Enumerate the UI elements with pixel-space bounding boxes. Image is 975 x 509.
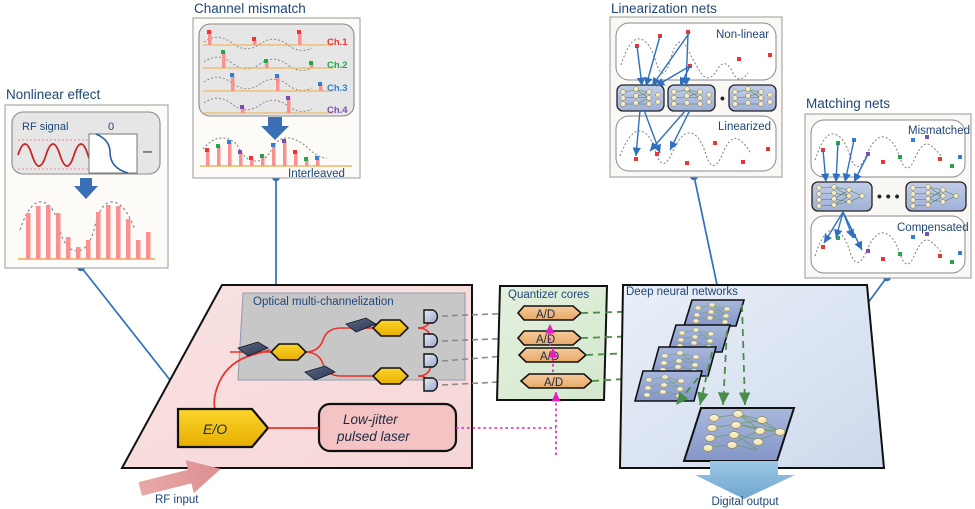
net-block <box>728 84 777 112</box>
digital-output-label: Digital output <box>711 496 779 508</box>
dnn-tile <box>633 370 704 402</box>
adc-label: A/D <box>536 334 555 346</box>
matching-nets-panel: Mismatched • • • Compensated <box>804 113 972 279</box>
channel-label-2: Ch.2 <box>327 60 348 71</box>
zero-label: 0 <box>108 121 114 133</box>
rf-signal-label: RF signal <box>22 121 68 133</box>
adc-label: A/D <box>544 377 563 389</box>
channel-label-4: Ch.4 <box>327 105 348 116</box>
quantizer-plane-label: Quantizer cores <box>508 289 589 301</box>
figure-root: Nonlinear effect Channel mismatch Linear… <box>0 0 975 509</box>
compensated-label: Compensated <box>897 222 969 234</box>
adc-block: A/D <box>516 305 583 321</box>
diagram-canvas: RF signal 0 – Ch.1 Ch.2 Ch.3 Ch.4 Interl… <box>4 16 972 508</box>
photodetector <box>423 353 439 368</box>
linearized-label: Linearized <box>718 121 771 133</box>
linearization-nets-panel: Non-linear • Linearized <box>609 16 783 178</box>
eo-modulator: E/O <box>176 407 270 449</box>
photodetector <box>423 333 439 348</box>
photonic-plane: Optical multi-channelization E/O Low-jit… <box>120 284 473 506</box>
net-block <box>667 84 716 112</box>
minus-symbol: – <box>143 143 152 160</box>
mismatched-label: Mismatched <box>908 125 970 137</box>
net-block <box>811 181 873 212</box>
ellipsis-label: • • • <box>877 188 900 204</box>
dnn-tile <box>682 299 746 327</box>
rf-input-label: RF input <box>155 494 199 506</box>
channel-label-3: Ch.3 <box>327 83 348 94</box>
photodetector <box>423 377 439 392</box>
adc-block: A/D <box>519 373 594 389</box>
optical-plane-label: Optical multi-channelization <box>253 296 394 308</box>
nonlinear-label: Non-linear <box>716 29 769 41</box>
dnn-plane-label: Deep neural networks <box>626 286 738 298</box>
quantizer-plane: Quantizer cores A/D A/D A/D A/D <box>456 285 609 455</box>
pulsed-laser-box: Low-jitter pulsed laser <box>317 402 458 453</box>
nonlinear-effect-panel: RF signal 0 – <box>4 104 169 269</box>
dnn-output-tile <box>682 407 796 462</box>
photodetector <box>423 309 439 324</box>
net-block <box>616 84 665 112</box>
adc-label: A/D <box>540 351 559 363</box>
channel-label-1: Ch.1 <box>327 37 348 48</box>
laser-label-line1: Low-jitter <box>343 412 398 427</box>
eo-label: E/O <box>203 421 227 437</box>
dnn-plane: Deep neural networks <box>618 284 886 499</box>
channel-mismatch-panel: Ch.1 Ch.2 Ch.3 Ch.4 Interleaved <box>192 17 361 180</box>
laser-label-line2: pulsed laser <box>336 429 410 444</box>
linearization-net-blocks: • • • <box>616 84 777 112</box>
interleaved-label: Interleaved <box>288 168 345 180</box>
adc-label: A/D <box>536 309 555 321</box>
net-block <box>905 181 967 212</box>
